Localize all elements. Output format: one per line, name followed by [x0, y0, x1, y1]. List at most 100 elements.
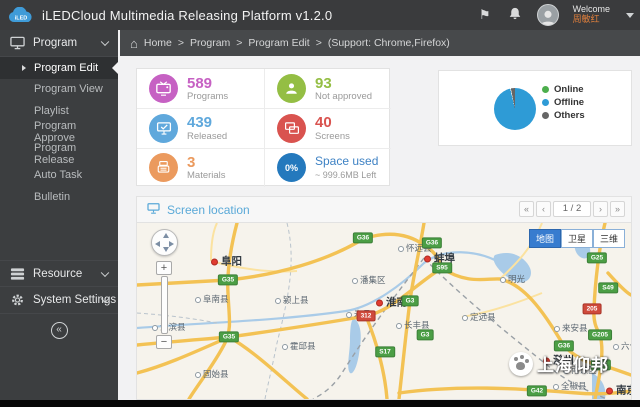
sidebar-item-program-release[interactable]: Program Release — [0, 142, 118, 166]
map-county-label: 六合区 — [613, 340, 631, 352]
user-menu-caret-icon[interactable] — [626, 12, 634, 18]
sidebar: Program Program Edit Program View Playli… — [0, 30, 118, 400]
breadcrumb-sep: > — [315, 37, 322, 49]
sidebar-section-label: Program — [33, 37, 78, 49]
road-badge: G25 — [586, 252, 608, 264]
monitor-check-icon — [149, 113, 178, 143]
map-zoom-control: + − — [156, 261, 172, 349]
bell-icon[interactable] — [507, 7, 523, 23]
breadcrumb-home[interactable]: Home — [144, 37, 172, 49]
gear-icon — [12, 294, 23, 306]
map-city-label: 阜阳 — [211, 254, 242, 269]
pager-page-indicator: 1 / 2 — [553, 201, 591, 217]
road-badge: G36 — [421, 237, 443, 249]
map-type-satellite-button[interactable]: 卫星 — [560, 229, 593, 248]
sidebar-item-bulletin[interactable]: Bulletin — [0, 186, 118, 208]
zoom-in-button[interactable]: + — [156, 261, 172, 275]
road-badge: G3 — [416, 329, 434, 341]
breadcrumb-support-note: (Support: Chrome,Firefox) — [327, 37, 450, 49]
stat-label: Screens — [315, 130, 350, 142]
breadcrumb-sep: > — [236, 37, 243, 49]
sidebar-section-system-settings[interactable]: System Settings — [0, 287, 118, 314]
bottom-bar — [0, 400, 640, 407]
map-county-label: 霍邱县 — [282, 340, 316, 352]
stats-panel: 589 Programs 93 Not approved 439 Released 4… — [136, 68, 391, 187]
screen-location-panel: Screen location « ‹ 1 / 2 › » 阜南县 颍上县 淮滨… — [136, 196, 632, 400]
chevron-down-icon — [100, 37, 110, 47]
sidebar-item-program-view[interactable]: Program View — [0, 79, 118, 101]
sidebar-item-playlist[interactable]: Playlist — [0, 100, 118, 122]
screen-icon — [147, 202, 160, 217]
pager-first-button[interactable]: « — [519, 201, 534, 217]
road-badge: S95 — [432, 262, 452, 274]
app-window: iLED iLEDCloud Multimedia Releasing Plat… — [0, 0, 640, 407]
svg-text:iLED: iLED — [15, 15, 28, 21]
road-badge: 205 — [582, 303, 602, 315]
resource-list-icon — [10, 267, 25, 280]
map-county-label: 来安县 — [554, 322, 588, 334]
pan-up-icon[interactable] — [162, 233, 169, 238]
screen-location-header: Screen location « ‹ 1 / 2 › » — [137, 197, 631, 223]
sidebar-section-label: Resource — [33, 267, 83, 280]
avatar[interactable] — [536, 4, 559, 26]
breadcrumb: ⌂ Home > Program > Program Edit > (Suppo… — [120, 30, 640, 56]
stat-label: Materials — [187, 169, 226, 181]
pan-left-icon[interactable] — [155, 240, 160, 247]
map-city-label: 滁州 — [543, 353, 574, 368]
road-badge: G205 — [588, 329, 612, 341]
legend-dot-online — [542, 86, 549, 93]
stat-value: 93 — [315, 74, 332, 92]
sidebar-item-program-edit[interactable]: Program Edit — [0, 57, 118, 79]
iledcloud-logo: iLED — [8, 6, 34, 24]
pager-prev-button[interactable]: ‹ — [536, 201, 551, 217]
map-city-label: 南京 — [606, 383, 631, 398]
map-type-3d-button[interactable]: 三维 — [592, 229, 625, 248]
zoom-slider[interactable] — [160, 276, 168, 334]
road-badge: S49 — [598, 282, 618, 294]
welcome-user[interactable]: Welcome 周敏红 — [572, 4, 610, 25]
road-badge: G36 — [553, 340, 575, 352]
map-type-map-button[interactable]: 地图 — [528, 229, 561, 248]
sidebar-section-resource[interactable]: Resource — [0, 260, 118, 287]
screen-status-panel: Online Offline Others — [438, 70, 632, 146]
stat-value: 3 — [187, 153, 196, 171]
sidebar-item-auto-task[interactable]: Auto Task — [0, 165, 118, 187]
pager-last-button[interactable]: » — [610, 201, 625, 217]
legend-offline: Offline — [542, 97, 585, 108]
breadcrumb-program-edit[interactable]: Program Edit — [248, 37, 309, 49]
map-county-label: 颍上县 — [275, 294, 309, 306]
breadcrumb-sep: > — [177, 37, 185, 49]
stat-card-programs: 589 Programs — [137, 69, 264, 108]
sidebar-section-program[interactable]: Program — [0, 30, 118, 57]
pan-right-icon[interactable] — [169, 240, 174, 247]
screen-location-title: Screen location — [167, 202, 250, 217]
sidebar-program-submenu: Program Edit Program View Playlist Progr… — [0, 57, 118, 208]
sidebar-item-program-approve[interactable]: Program Approve — [0, 120, 118, 144]
stat-card-not-approved: 93 Not approved — [264, 69, 391, 109]
map-canvas[interactable]: 阜南县颍上县淮滨县霍邱县固始县潘集区寿县怀远县长丰县定远县明光来安县南谯区全椒县… — [137, 223, 631, 399]
screen-status-pie-chart — [494, 88, 536, 130]
road-badge: G35 — [218, 331, 240, 343]
legend-dot-others — [542, 112, 549, 119]
road-badge: G36 — [590, 359, 612, 371]
screens-icon — [277, 113, 306, 143]
pager-next-button[interactable]: › — [593, 201, 608, 217]
map-county-label: 明光 — [500, 273, 525, 285]
pie-legend: Online Offline Others — [542, 84, 585, 123]
cloud-logo-icon: iLED — [9, 6, 32, 22]
map-county-label: 潘集区 — [352, 274, 386, 286]
pan-down-icon[interactable] — [162, 247, 169, 252]
stat-label: Space used — [315, 153, 379, 168]
road-badge: 312 — [356, 310, 376, 322]
top-bar: iLED iLEDCloud Multimedia Releasing Plat… — [0, 0, 640, 30]
sidebar-collapse-button[interactable]: « — [50, 322, 68, 339]
map-compass-control[interactable] — [151, 229, 178, 256]
username: 周敏红 — [572, 14, 600, 24]
map-county-label: 定远县 — [462, 311, 496, 323]
map-county-label: 全椒县 — [553, 380, 587, 392]
flag-icon[interactable]: ⚑ — [477, 7, 493, 23]
breadcrumb-program[interactable]: Program — [190, 37, 230, 49]
zoom-out-button[interactable]: − — [156, 335, 172, 349]
home-icon[interactable]: ⌂ — [130, 36, 138, 51]
app-title: iLEDCloud Multimedia Releasing Platform … — [42, 7, 333, 23]
